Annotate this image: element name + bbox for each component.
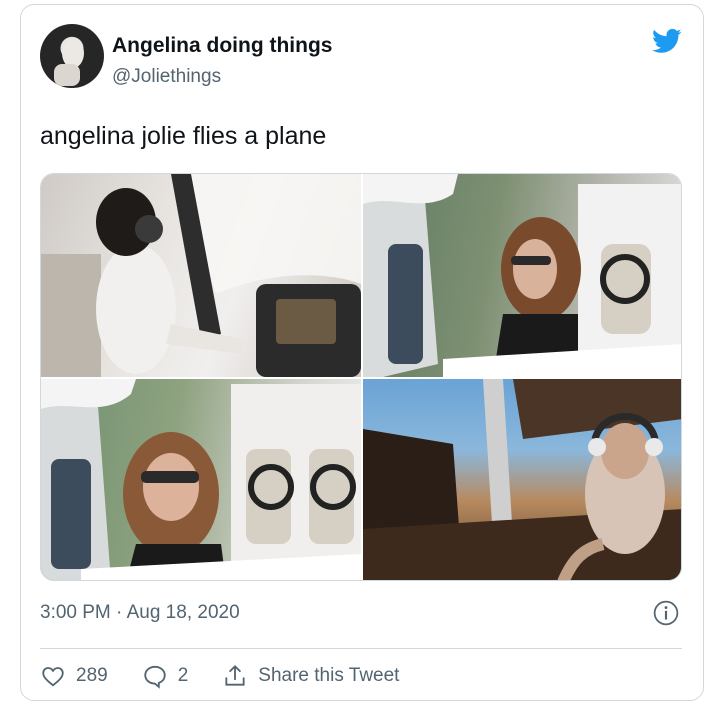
reply-icon bbox=[144, 665, 166, 689]
share-button[interactable]: Share this Tweet bbox=[222, 663, 399, 689]
photo-3[interactable] bbox=[41, 379, 361, 580]
media-grid bbox=[40, 173, 682, 581]
avatar[interactable] bbox=[40, 24, 104, 88]
photo-4-image bbox=[363, 379, 681, 580]
photo-2[interactable] bbox=[363, 174, 681, 377]
reply-button[interactable]: 2 bbox=[142, 663, 189, 689]
share-icon bbox=[225, 665, 245, 686]
share-label: Share this Tweet bbox=[258, 665, 400, 686]
reply-count: 2 bbox=[177, 665, 189, 686]
photo-4[interactable] bbox=[363, 379, 681, 580]
display-name[interactable]: Angelina doing things bbox=[112, 34, 332, 58]
avatar-hand bbox=[54, 64, 80, 86]
photo-3-image bbox=[41, 379, 361, 580]
heart-icon bbox=[42, 667, 64, 687]
info-icon[interactable] bbox=[653, 600, 679, 626]
photo-1[interactable] bbox=[41, 174, 361, 377]
twitter-bird-icon[interactable] bbox=[650, 26, 684, 56]
account-handle[interactable]: @Joliethings bbox=[112, 66, 221, 88]
photo-2-image bbox=[363, 174, 681, 377]
like-button[interactable]: 289 bbox=[40, 663, 108, 689]
divider bbox=[40, 648, 682, 649]
tweet-actions: 289 2 Share this Tweet bbox=[40, 662, 399, 690]
tweet-text: angelina jolie flies a plane bbox=[40, 122, 327, 150]
photo-1-image bbox=[41, 174, 361, 377]
tweet-timestamp[interactable]: 3:00 PM · Aug 18, 2020 bbox=[40, 601, 240, 625]
like-count: 289 bbox=[76, 665, 108, 686]
